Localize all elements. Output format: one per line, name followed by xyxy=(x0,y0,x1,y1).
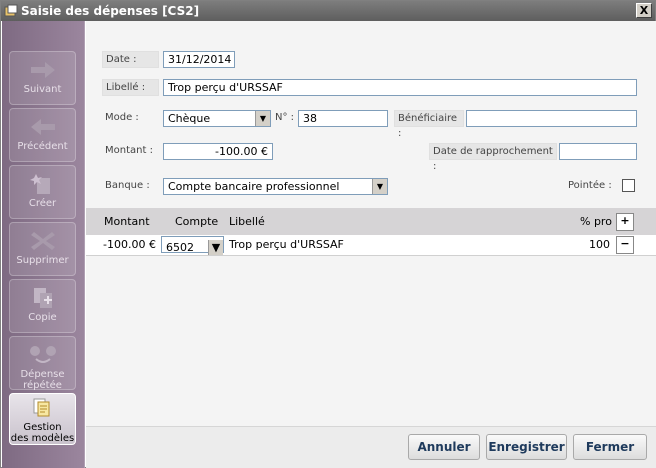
banque-value: Compte bancaire professionnel xyxy=(168,180,340,193)
sidebar-item-label-1: Gestion xyxy=(23,422,62,433)
grid-header: Montant Compte Libellé % pro + xyxy=(86,208,656,235)
close-icon: X xyxy=(639,4,649,17)
cell-pro: 100 xyxy=(589,238,610,251)
col-montant: Montant xyxy=(104,215,150,228)
add-row-button[interactable]: + xyxy=(616,213,634,231)
banque-label: Banque : xyxy=(105,180,150,191)
sidebar-item-label-2: des modèles xyxy=(10,433,75,444)
arrow-right-icon xyxy=(30,62,55,78)
title-bar: Saisie des dépenses [CS2] X xyxy=(1,1,655,21)
beneficiaire-field[interactable] xyxy=(466,110,637,127)
compte-value: 6502 xyxy=(166,241,194,254)
num-label: N° : xyxy=(275,112,295,123)
enregistrer-button[interactable]: Enregistrer xyxy=(486,434,567,460)
montant-field[interactable]: -100.00 € xyxy=(163,143,273,160)
sidebar-item-depense-repetee[interactable]: Dépense répétée xyxy=(9,336,76,391)
date-field[interactable]: 31/12/2014 xyxy=(163,51,235,68)
mode-value: Chèque xyxy=(168,112,211,125)
repeat-expense-icon xyxy=(29,346,56,363)
pointee-checkbox[interactable] xyxy=(622,179,635,192)
rapprochement-label: Date de rapprochement : xyxy=(429,143,557,172)
templates-icon xyxy=(33,398,49,417)
sidebar-item-label: Créer xyxy=(28,198,57,209)
form-area: Date : 31/12/2014 Libellé : Trop perçu d… xyxy=(86,21,656,468)
sidebar-item-label-2: répétée xyxy=(23,380,62,391)
col-compte: Compte xyxy=(175,215,219,228)
table-row[interactable]: -100.00 € 6502 ▼ Trop perçu d'URSSAF 100 … xyxy=(86,235,656,256)
new-doc-icon xyxy=(29,174,50,194)
mode-select[interactable]: Chèque ▼ xyxy=(163,110,271,127)
chevron-down-icon: ▼ xyxy=(208,240,223,255)
copy-doc-icon xyxy=(33,288,52,308)
cell-montant: -100.00 € xyxy=(103,238,156,251)
sidebar-item-gestion-modeles[interactable]: Gestion des modèles xyxy=(9,393,76,445)
sidebar-item-label: Copie xyxy=(28,312,57,323)
remove-row-button[interactable]: − xyxy=(616,236,634,254)
col-libelle: Libellé xyxy=(229,215,265,228)
minus-icon: − xyxy=(620,237,630,250)
cell-libelle: Trop perçu d'URSSAF xyxy=(229,238,344,251)
sidebar: Suivant Précédent Créer Supprimer Copie … xyxy=(2,21,85,468)
sidebar-item-supprimer[interactable]: Supprimer xyxy=(9,222,76,276)
col-pro: % pro xyxy=(580,215,612,228)
sidebar-item-label-1: Dépense xyxy=(20,369,65,380)
libelle-label: Libellé : xyxy=(102,79,159,96)
footer-bar: Annuler Enregistrer Fermer xyxy=(86,426,656,468)
date-label: Date : xyxy=(102,51,159,68)
montant-label: Montant : xyxy=(105,145,153,156)
sidebar-item-precedent[interactable]: Précédent xyxy=(9,108,76,162)
close-button[interactable]: X xyxy=(636,3,652,18)
mode-label: Mode : xyxy=(105,112,139,123)
app-window: Saisie des dépenses [CS2] X Suivant Préc… xyxy=(0,0,656,468)
sidebar-item-label: Supprimer xyxy=(16,255,69,266)
delete-x-icon xyxy=(30,232,55,250)
beneficiaire-label: Bénéficiaire : xyxy=(394,110,464,139)
app-icon xyxy=(4,4,18,17)
chevron-down-icon: ▼ xyxy=(255,111,270,126)
libelle-field[interactable]: Trop perçu d'URSSAF xyxy=(163,79,637,96)
sidebar-item-creer[interactable]: Créer xyxy=(9,165,76,219)
window-title: Saisie des dépenses [CS2] xyxy=(21,4,200,18)
pointee-label: Pointée : xyxy=(568,180,612,191)
num-field[interactable]: 38 xyxy=(298,110,388,127)
sidebar-item-label: Suivant xyxy=(23,84,62,95)
annuler-button[interactable]: Annuler xyxy=(408,434,480,460)
compte-select[interactable]: 6502 ▼ xyxy=(161,236,224,255)
sidebar-item-label: Précédent xyxy=(17,141,68,152)
sidebar-item-copie[interactable]: Copie xyxy=(9,279,76,333)
arrow-left-icon xyxy=(30,119,55,135)
plus-icon: + xyxy=(620,214,630,227)
rapprochement-field[interactable] xyxy=(559,143,637,160)
chevron-down-icon: ▼ xyxy=(372,179,387,194)
sidebar-item-suivant[interactable]: Suivant xyxy=(9,51,76,105)
banque-select[interactable]: Compte bancaire professionnel ▼ xyxy=(163,178,388,195)
fermer-button[interactable]: Fermer xyxy=(573,434,647,460)
